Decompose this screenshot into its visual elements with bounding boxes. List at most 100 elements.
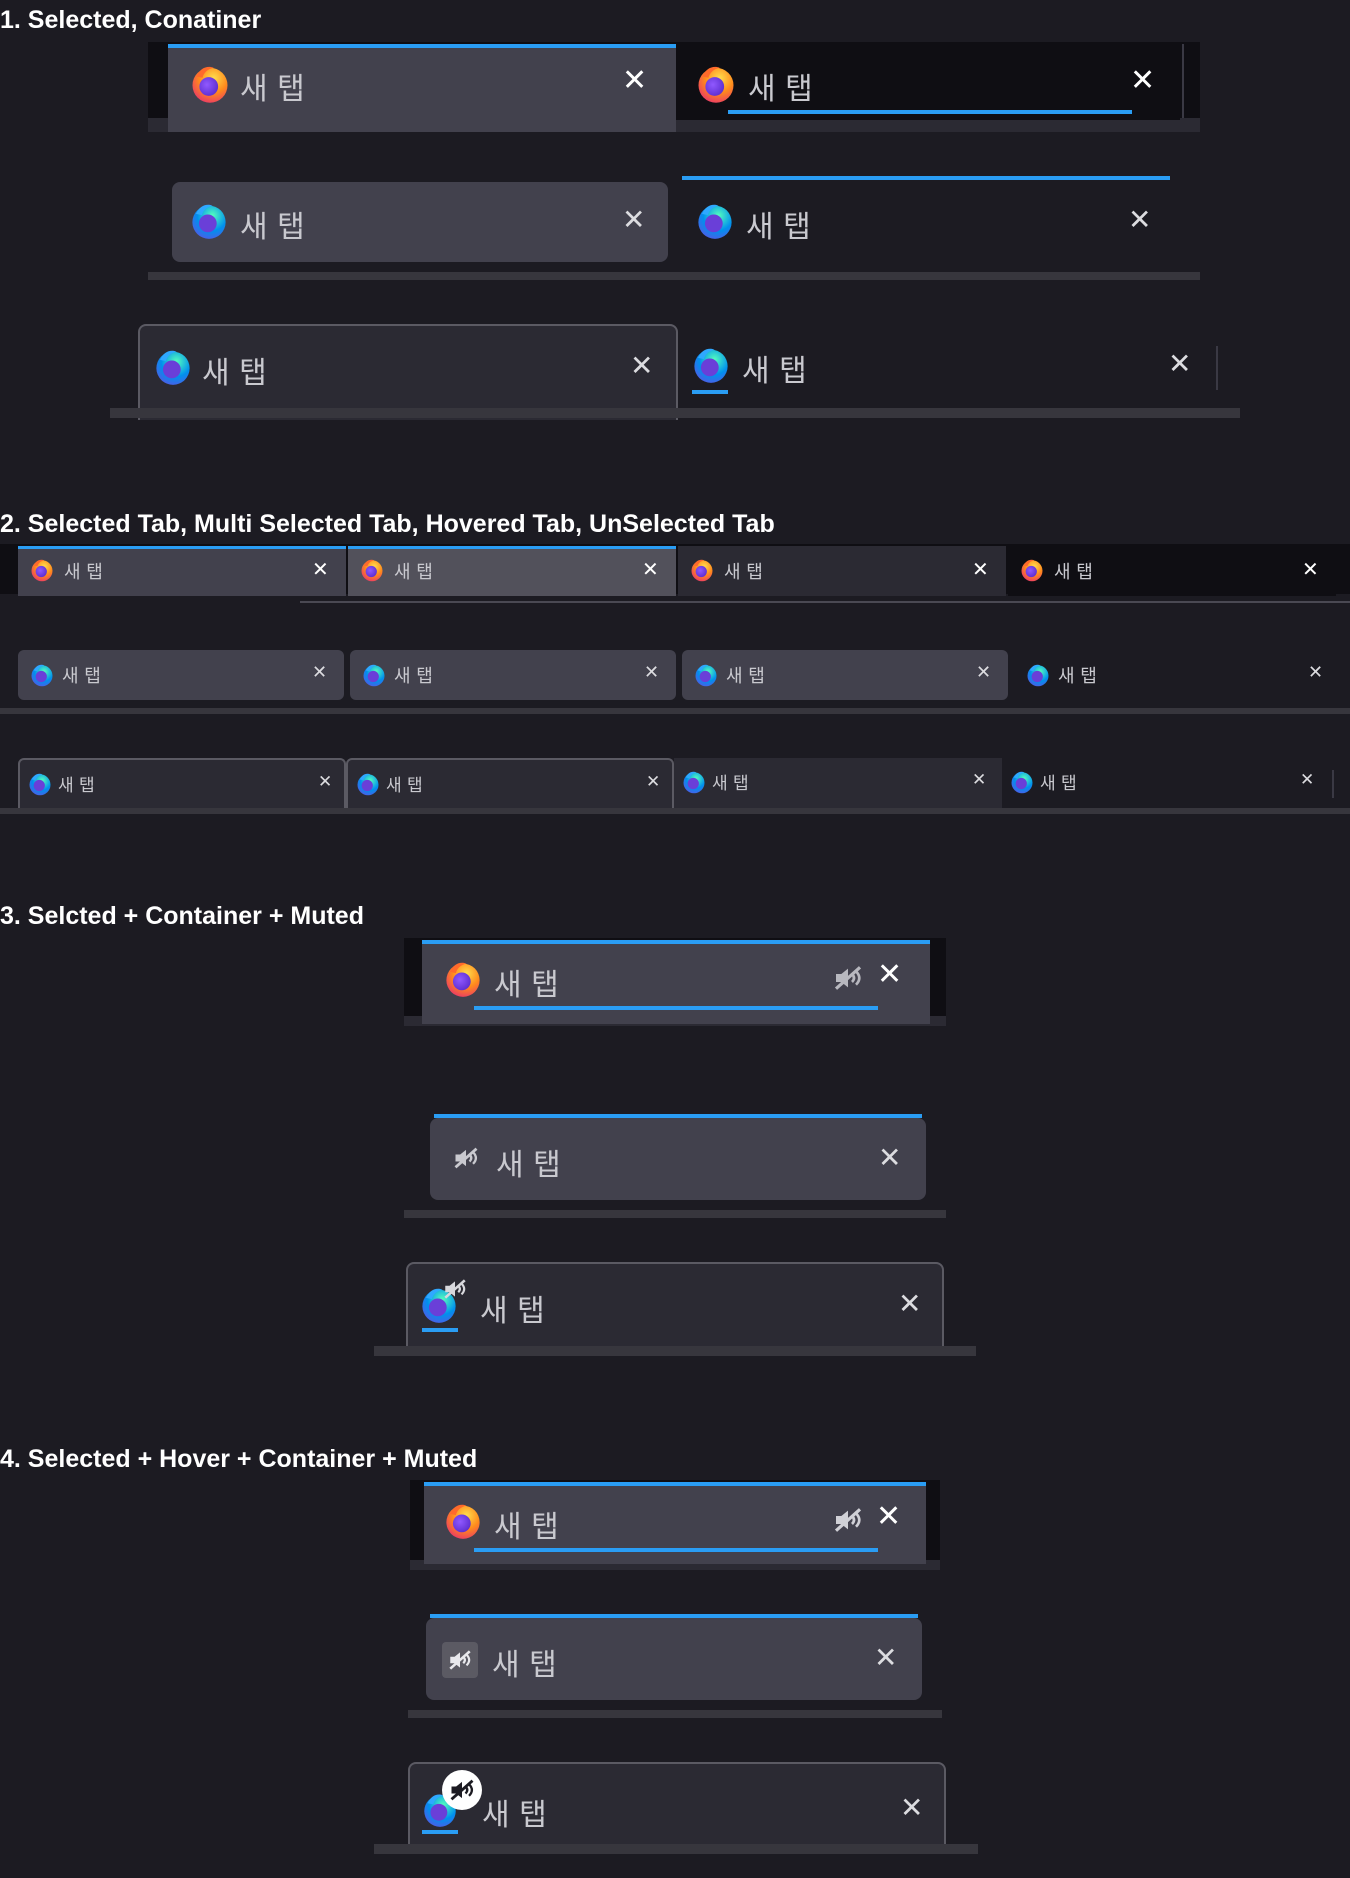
firefox-icon: [28, 772, 52, 796]
close-icon[interactable]: ✕: [622, 206, 645, 234]
tab-label: 새 탭: [494, 1510, 559, 1545]
close-icon[interactable]: ✕: [972, 559, 989, 579]
close-icon[interactable]: ✕: [1300, 772, 1314, 789]
mute-button-hover[interactable]: [442, 1642, 478, 1678]
firefox-icon: [30, 663, 54, 687]
close-icon[interactable]: ✕: [976, 664, 991, 682]
close-icon[interactable]: ✕: [878, 1144, 901, 1172]
container-indicator: [728, 110, 1132, 114]
tab-label: 새 탭: [386, 776, 423, 796]
tab-label: 새 탭: [64, 562, 103, 583]
selected-indicator: [18, 546, 346, 549]
section-heading-1: 1. Selected, Conatiner: [0, 6, 262, 34]
firefox-icon: [362, 663, 386, 687]
mute-icon[interactable]: [832, 1504, 864, 1536]
mute-button-hover[interactable]: [442, 1770, 482, 1810]
close-icon[interactable]: ✕: [874, 1644, 897, 1672]
close-icon[interactable]: ✕: [900, 1794, 923, 1822]
firefox-icon: [682, 770, 706, 794]
tab-divider: [1182, 44, 1184, 118]
tab-label: 새 탭: [746, 210, 811, 245]
mute-icon[interactable]: [832, 962, 864, 994]
firefox-icon: [356, 772, 380, 796]
mute-icon[interactable]: [452, 1144, 480, 1172]
close-icon[interactable]: ✕: [1302, 559, 1319, 579]
container-indicator: [434, 1114, 922, 1118]
tab-selected-hover-container-muted[interactable]: 새 탭 ✕: [426, 1614, 922, 1700]
tab-selected[interactable]: 새 탭 ✕: [172, 182, 668, 262]
firefox-icon: [444, 1502, 482, 1540]
tab-label: 새 탭: [748, 72, 813, 107]
tab-label: 새 탭: [240, 72, 305, 107]
container-indicator: [422, 1328, 458, 1332]
tab-hovered[interactable]: 새 탭 ✕: [682, 650, 1008, 700]
tab-selected[interactable]: 새 탭 ✕: [138, 324, 678, 420]
tab-container[interactable]: 새 탭 ✕: [682, 176, 1170, 262]
close-icon[interactable]: ✕: [642, 559, 659, 579]
tabbar-separator: [300, 601, 1350, 603]
close-icon[interactable]: ✕: [1308, 664, 1323, 682]
tabbar-separator: [0, 808, 1350, 814]
close-icon[interactable]: ✕: [630, 352, 653, 380]
tab-selected[interactable]: 새 탭 ✕: [18, 650, 344, 700]
close-icon[interactable]: ✕: [972, 772, 986, 789]
firefox-icon: [696, 202, 734, 240]
close-icon[interactable]: ✕: [312, 664, 327, 682]
close-icon[interactable]: ✕: [646, 774, 660, 791]
container-indicator: [692, 390, 728, 394]
close-icon[interactable]: ✕: [877, 960, 902, 990]
tab-hovered[interactable]: 새 탭 ✕: [678, 546, 1006, 596]
tab-multi-selected[interactable]: 새 탭 ✕: [348, 546, 676, 596]
tab-unselected[interactable]: 새 탭 ✕: [1002, 758, 1330, 810]
selected-indicator: [424, 1482, 926, 1486]
tab-selected-hover-container-muted[interactable]: 새 탭 ✕: [408, 1762, 946, 1854]
tab-multi-selected[interactable]: 새 탭 ✕: [350, 650, 676, 700]
firefox-icon: [692, 346, 730, 384]
close-icon[interactable]: ✕: [1128, 206, 1151, 234]
close-icon[interactable]: ✕: [644, 664, 659, 682]
close-icon[interactable]: ✕: [898, 1290, 921, 1318]
section-heading-2: 2. Selected Tab, Multi Selected Tab, Hov…: [0, 510, 775, 538]
close-icon[interactable]: ✕: [312, 559, 329, 579]
tab-label: 새 탭: [58, 776, 95, 796]
tab-unselected[interactable]: 새 탭 ✕: [1014, 650, 1340, 700]
tabbar-separator: [374, 1844, 978, 1854]
tab-container[interactable]: 새 탭 ✕: [676, 44, 1180, 120]
section-heading-4: 4. Selected + Hover + Container + Muted: [0, 1445, 478, 1473]
tabbar-separator: [404, 1210, 946, 1218]
container-indicator: [422, 1830, 458, 1834]
selected-indicator: [422, 940, 930, 944]
tab-unselected[interactable]: 새 탭 ✕: [1008, 546, 1336, 596]
tab-selected[interactable]: 새 탭 ✕: [168, 44, 676, 132]
tab-label: 새 탭: [62, 666, 101, 687]
close-icon[interactable]: ✕: [1130, 66, 1155, 96]
tab-label: 새 탭: [394, 666, 433, 687]
tab-selected[interactable]: 새 탭 ✕: [18, 758, 346, 810]
tab-selected-container-muted[interactable]: 새 탭 ✕: [422, 940, 930, 1024]
tab-selected-container-muted[interactable]: 새 탭 ✕: [430, 1114, 926, 1200]
firefox-icon: [30, 558, 54, 582]
tab-label: 새 탭: [240, 210, 305, 245]
tab-selected-container-muted[interactable]: 새 탭 ✕: [406, 1262, 944, 1356]
mute-icon[interactable]: [442, 1276, 468, 1302]
tab-hovered[interactable]: 새 탭 ✕: [674, 758, 1002, 810]
mute-icon: [447, 1647, 473, 1673]
tab-multi-selected[interactable]: 새 탭 ✕: [346, 758, 674, 810]
close-icon[interactable]: ✕: [1168, 350, 1191, 378]
tab-label: 새 탭: [492, 1648, 557, 1683]
container-indicator: [474, 1548, 878, 1552]
close-icon[interactable]: ✕: [318, 774, 332, 791]
close-icon[interactable]: ✕: [622, 66, 647, 96]
tab-selected[interactable]: 새 탭 ✕: [18, 546, 346, 596]
close-icon[interactable]: ✕: [876, 1502, 901, 1532]
tab-label: 새 탭: [480, 1294, 545, 1329]
firefox-icon: [690, 558, 714, 582]
tabbar-separator: [408, 1710, 942, 1718]
tab-container[interactable]: 새 탭 ✕: [678, 324, 1218, 408]
container-indicator: [474, 1006, 878, 1010]
tab-selected-hover-container-muted[interactable]: 새 탭 ✕: [424, 1482, 926, 1564]
tab-label: 새 탭: [1054, 562, 1093, 583]
tab-label: 새 탭: [1040, 774, 1077, 794]
firefox-icon: [190, 64, 230, 104]
tab-divider: [1216, 346, 1218, 390]
